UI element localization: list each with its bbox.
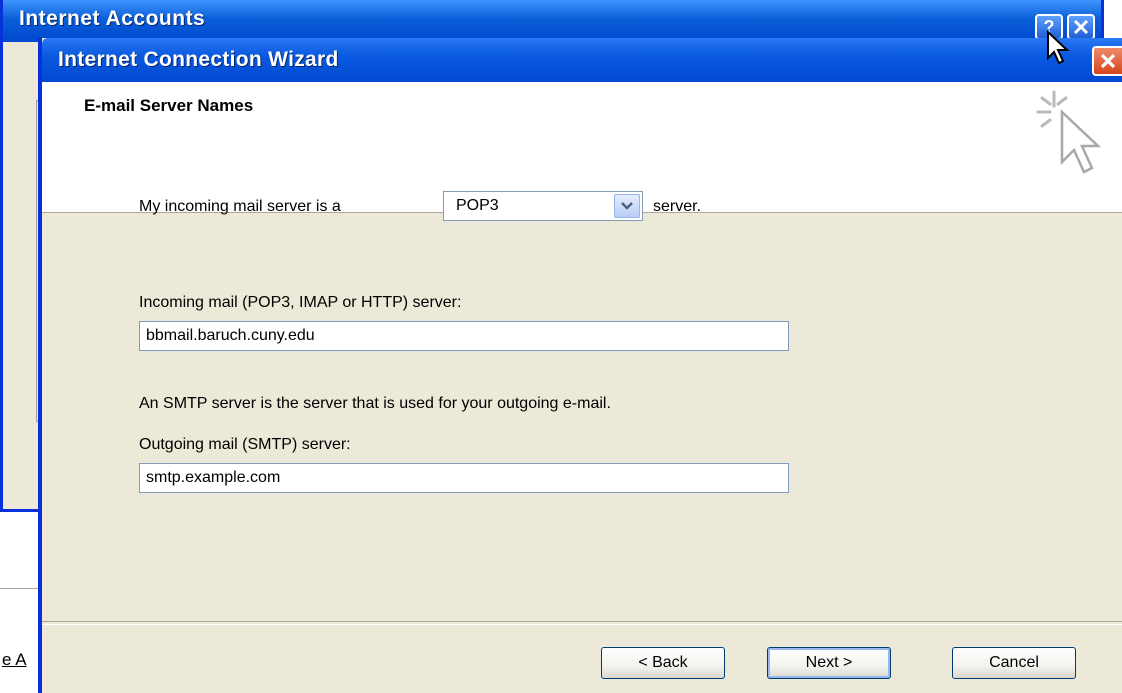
server-type-dropdown[interactable]: POP3 (443, 191, 643, 221)
close-icon (1100, 53, 1116, 69)
smtp-description-text: An SMTP server is the server that is use… (139, 395, 611, 412)
wizard-title: Internet Connection Wizard (58, 48, 339, 71)
background-divider (0, 588, 40, 589)
page-heading: E-mail Server Names (84, 96, 254, 115)
background-link[interactable]: e A (2, 650, 27, 670)
outgoing-server-input[interactable]: smtp.example.com (139, 463, 789, 493)
mouse-pointer-icon (1047, 30, 1070, 65)
internet-accounts-title: Internet Accounts (19, 7, 206, 30)
incoming-type-suffix-label: server. (653, 198, 702, 215)
footer-divider (42, 621, 1122, 625)
close-icon (1073, 19, 1089, 35)
chevron-down-icon (621, 202, 633, 210)
cancel-button[interactable]: Cancel (952, 647, 1076, 679)
outgoing-server-label: Outgoing mail (SMTP) server: (139, 436, 351, 453)
back-button[interactable]: < Back (601, 647, 725, 679)
internet-accounts-titlebar[interactable]: Internet Accounts ? (3, 0, 1101, 42)
next-button[interactable]: Next > (767, 647, 891, 679)
wizard-cursor-sparkle-icon (1036, 90, 1102, 174)
incoming-server-label: Incoming mail (POP3, IMAP or HTTP) serve… (139, 294, 462, 311)
wizard-titlebar[interactable]: Internet Connection Wizard (42, 38, 1122, 82)
wizard-close-button[interactable] (1092, 46, 1122, 76)
server-type-value: POP3 (456, 197, 499, 214)
internet-connection-wizard-dialog: Internet Connection Wizard E-mail Server… (38, 30, 1122, 693)
incoming-server-input[interactable]: bbmail.baruch.cuny.edu (139, 321, 789, 351)
incoming-type-prefix-label: My incoming mail server is a (139, 198, 341, 215)
dropdown-button[interactable] (614, 194, 640, 218)
